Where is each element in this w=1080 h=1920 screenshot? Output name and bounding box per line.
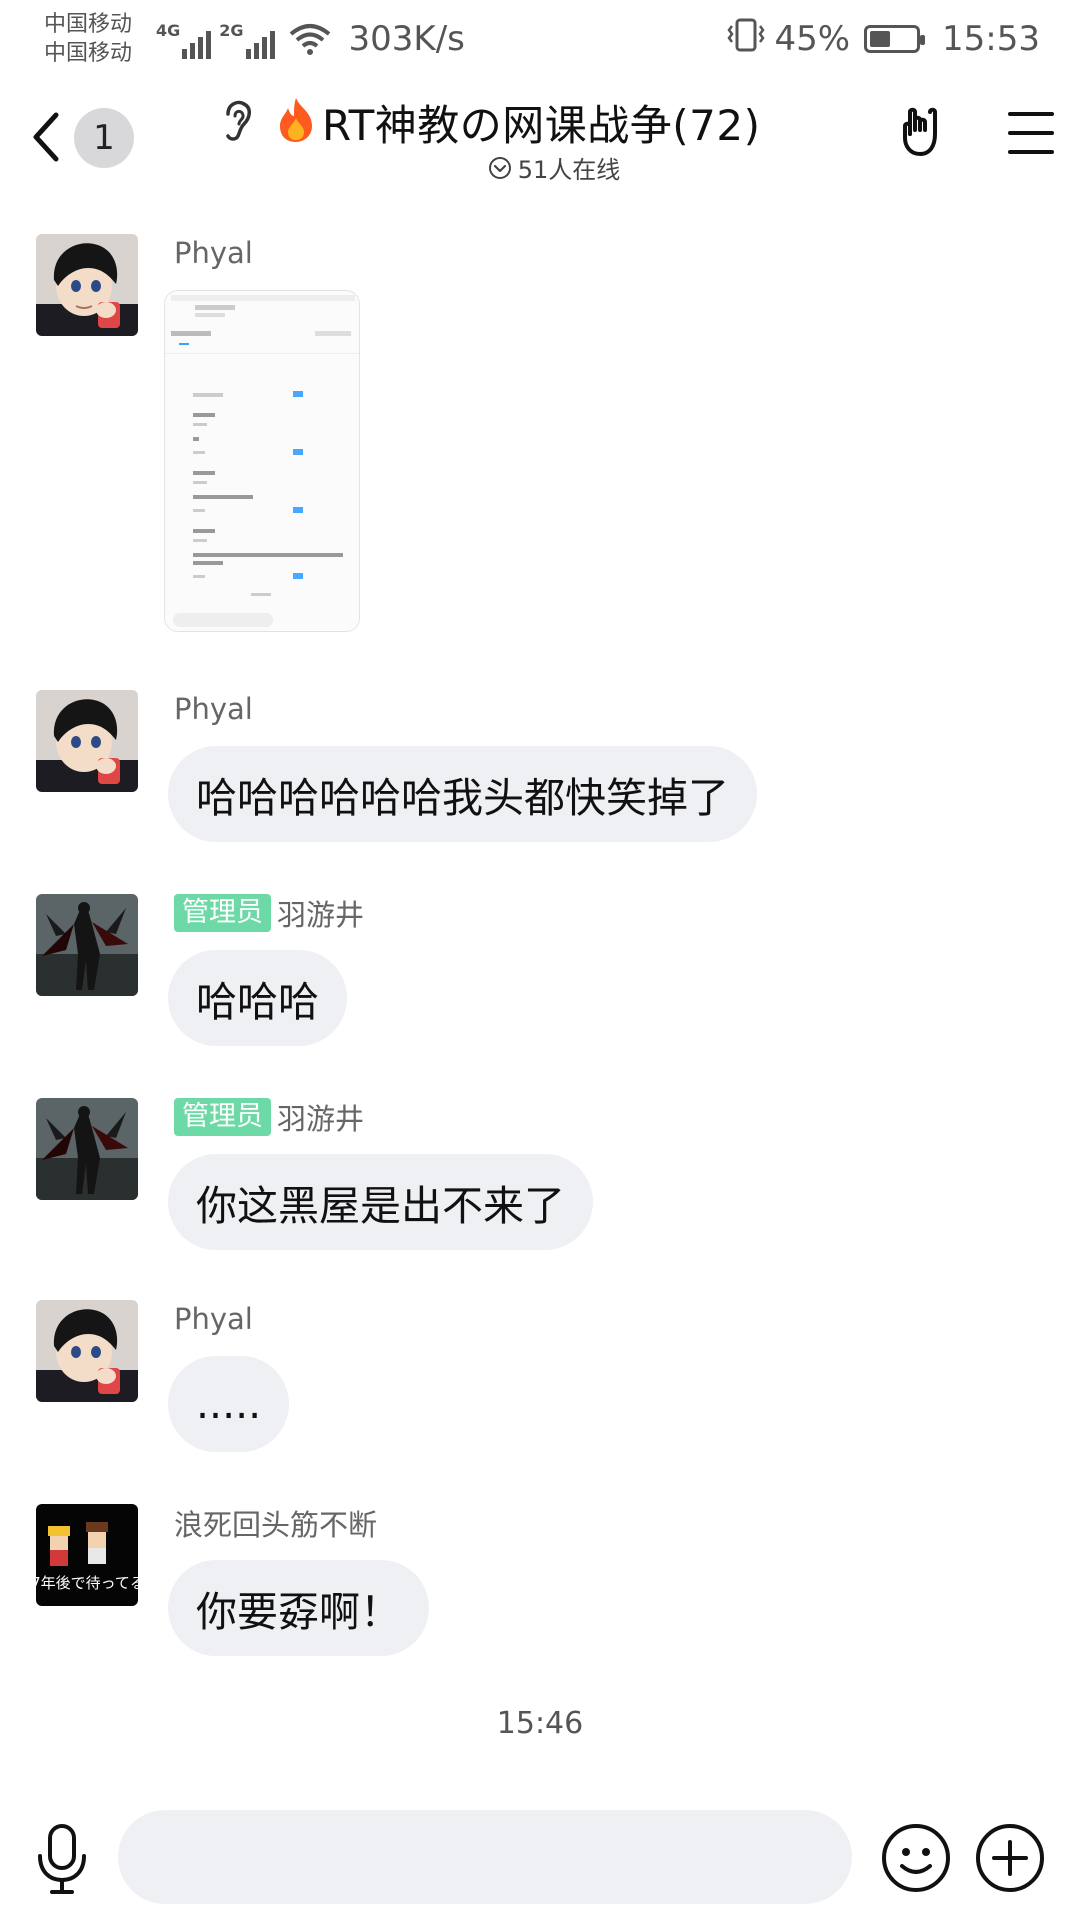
vibrate-icon <box>726 18 766 61</box>
input-bar <box>0 1800 1080 1920</box>
sender-info: Phyal <box>174 1300 253 1338</box>
sender-info: Phyal <box>174 690 253 728</box>
conan-avatar-icon <box>36 690 138 792</box>
avatar[interactable] <box>36 894 138 996</box>
sender-name: Phyal <box>174 692 253 726</box>
sender-info: 浪死回头筋不断 <box>174 1504 377 1542</box>
message-bubble[interactable]: 你这黑屋是出不来了 <box>168 1154 593 1250</box>
dark-figure-avatar-icon <box>36 1098 138 1200</box>
carrier-labels: 中国移动 中国移动 <box>44 10 148 68</box>
battery-percent: 45% <box>774 19 851 59</box>
message-bubble[interactable]: 哈哈哈哈哈哈我头都快笑掉了 <box>168 746 757 842</box>
avatar[interactable]: 7年後で待ってる <box>36 1504 138 1606</box>
conan-avatar-icon <box>36 1300 138 1402</box>
time-divider: 15:46 <box>496 1706 584 1741</box>
signal-icon-2: 2G <box>219 19 275 59</box>
battery-fill <box>870 31 890 47</box>
ear-icon[interactable] <box>220 98 256 146</box>
avatar-caption: 7年後で待ってる <box>36 1574 138 1592</box>
avatar[interactable] <box>36 1300 138 1402</box>
sender-name: 浪死回头筋不断 <box>174 1508 378 1542</box>
avatar[interactable] <box>36 690 138 792</box>
message-input[interactable] <box>118 1810 852 1904</box>
sender-name: 羽游井 <box>277 898 365 932</box>
chat-title: RT神教の网课战争(72) <box>322 100 761 150</box>
sender-name: 羽游井 <box>277 1102 365 1136</box>
sender-info: Phyal <box>174 234 253 272</box>
pixel-duo-avatar-icon: 7年後で待ってる <box>36 1504 138 1606</box>
chat-screen: 中国移动 中国移动 4G 2G 303K/s 45% 15:53 1 RT神教の… <box>0 0 1080 1920</box>
fire-icon <box>274 96 318 148</box>
carrier-1: 中国移动 <box>44 12 133 37</box>
plus-icon[interactable] <box>974 1822 1046 1894</box>
carrier-2: 中国移动 <box>44 41 133 66</box>
sender-name: Phyal <box>174 1302 253 1336</box>
network-type-2: 2G <box>219 21 244 40</box>
screenshot-thumbnail <box>165 291 359 631</box>
network-type-1: 4G <box>156 21 181 40</box>
chat-title-row[interactable]: RT神教の网课战争(72) <box>220 94 761 150</box>
status-bar: 中国移动 中国移动 4G 2G 303K/s 45% 15:53 <box>0 0 1080 78</box>
wifi-icon <box>289 22 331 56</box>
online-count: 51人在线 <box>517 156 621 184</box>
rock-hand-icon[interactable] <box>896 104 952 160</box>
message-bubble[interactable]: ..... <box>168 1356 290 1452</box>
microphone-icon[interactable] <box>32 1822 92 1898</box>
conan-avatar-icon <box>36 234 138 336</box>
message-bubble[interactable]: 你要孬啊！ <box>168 1560 429 1656</box>
status-right: 45% 15:53 <box>726 18 1040 61</box>
network-speed: 303K/s <box>348 19 465 59</box>
chat-header: 1 RT神教の网课战争(72) 51人在线 <box>0 80 1080 190</box>
admin-badge: 管理员 <box>174 894 271 932</box>
sender-name: Phyal <box>174 236 253 270</box>
signal-icon-1: 4G <box>156 19 212 59</box>
emoji-icon[interactable] <box>880 1822 952 1894</box>
menu-icon[interactable] <box>1008 112 1054 154</box>
sender-info: 管理员 羽游井 <box>174 1098 364 1136</box>
sender-info: 管理员 羽游井 <box>174 894 364 932</box>
avatar[interactable] <box>36 234 138 336</box>
message-bubble[interactable]: 哈哈哈 <box>168 950 347 1046</box>
image-attachment[interactable] <box>164 290 360 632</box>
avatar[interactable] <box>36 1098 138 1200</box>
battery-icon <box>864 25 926 53</box>
dark-figure-avatar-icon <box>36 894 138 996</box>
clock: 15:53 <box>942 19 1040 59</box>
chevron-down-circle-icon <box>488 156 511 179</box>
admin-badge: 管理员 <box>174 1098 271 1136</box>
